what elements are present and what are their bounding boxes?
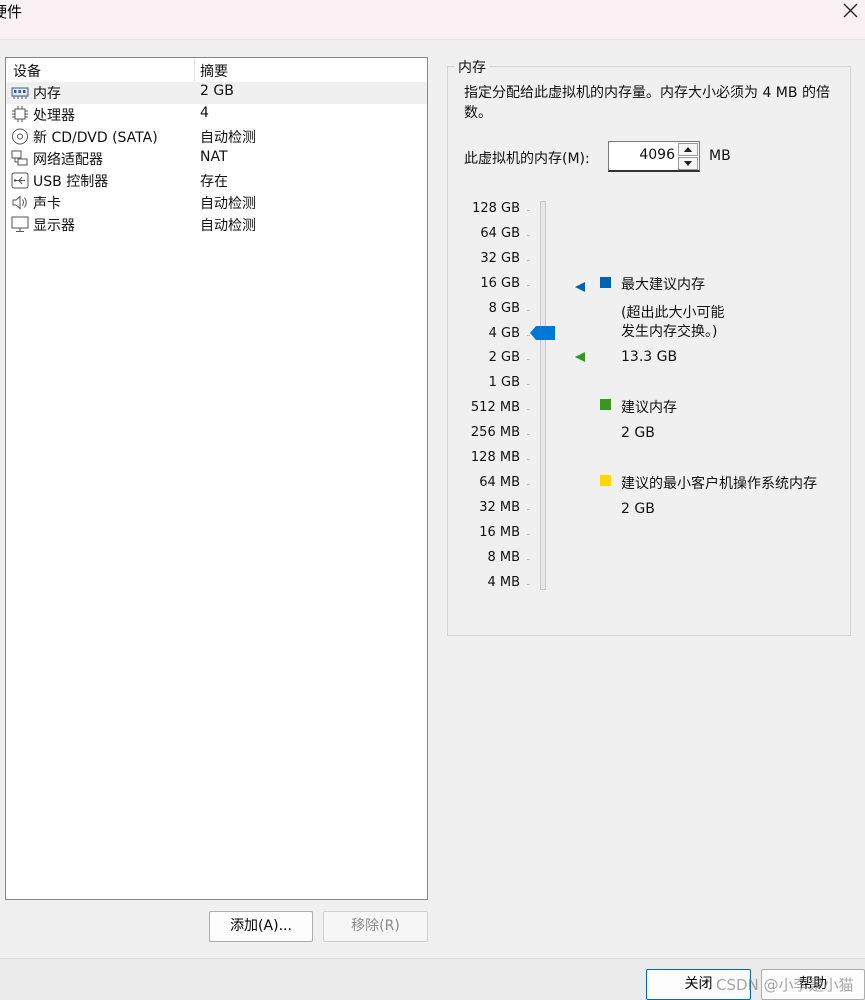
device-row-cd-dvd[interactable]: 新 CD/DVD (SATA) 自动检测 <box>6 126 427 148</box>
device-row-usb[interactable]: USB 控制器 存在 <box>6 170 427 192</box>
slider-tick <box>527 434 530 435</box>
slider-tick <box>527 509 530 510</box>
spin-down-button[interactable] <box>678 157 698 170</box>
device-row-network-adapter[interactable]: 网络适配器 NAT <box>6 148 427 170</box>
slider-label: 128 MB <box>470 450 520 465</box>
slider-label: 2 GB <box>488 350 520 365</box>
slider-tick <box>527 584 530 585</box>
slider-label: 64 GB <box>480 226 520 241</box>
network-adapter-icon <box>11 150 28 166</box>
slider-label: 32 GB <box>480 251 520 266</box>
min-guest-legend-icon <box>600 475 611 486</box>
min-guest-label: 建议的最小客户机操作系统内存 <box>621 476 817 492</box>
slider-label: 512 MB <box>470 400 520 415</box>
slider-label: 16 GB <box>480 276 520 291</box>
column-header-device[interactable]: 设备 <box>13 61 41 81</box>
recommended-legend-icon <box>600 399 611 410</box>
slider-tick <box>527 484 530 485</box>
slider-tick <box>527 359 530 360</box>
cd-dvd-icon <box>12 128 28 145</box>
device-summary: 2 GB <box>200 83 234 99</box>
device-name: USB 控制器 <box>33 174 109 190</box>
max-recommended-value: 13.3 GB <box>621 349 678 365</box>
device-row-memory[interactable]: 内存 2 GB <box>6 82 427 104</box>
slider-label: 4 MB <box>487 575 520 590</box>
slider-tick <box>527 235 530 236</box>
device-summary: 自动检测 <box>200 196 256 212</box>
memory-description: 指定分配给此虚拟机的内存量。内存大小必须为 4 MB 的倍数。 <box>464 85 830 121</box>
arrow-up-icon <box>684 147 692 152</box>
device-summary: 存在 <box>200 174 228 190</box>
min-guest-value: 2 GB <box>621 501 655 517</box>
recommended-marker-icon <box>575 352 585 362</box>
slider-tick <box>527 260 530 261</box>
memory-icon <box>11 87 29 99</box>
device-list[interactable]: 设备 摘要 内存 2 GB 处理器 4 新 CD/DVD (SATA) 自动检测 <box>5 57 428 900</box>
slider-label: 64 MB <box>479 475 520 490</box>
column-divider[interactable] <box>194 58 195 81</box>
slider-label: 8 MB <box>487 550 520 565</box>
device-summary: NAT <box>200 149 228 165</box>
spin-up-button[interactable] <box>678 143 698 156</box>
device-summary: 自动检测 <box>200 218 256 234</box>
slider-tick <box>527 459 530 460</box>
device-row-display[interactable]: 显示器 自动检测 <box>6 214 427 236</box>
memory-slider-track[interactable] <box>540 201 546 590</box>
slider-label: 256 MB <box>470 425 520 440</box>
device-summary: 4 <box>200 105 209 121</box>
device-row-sound-card[interactable]: 声卡 自动检测 <box>6 192 427 214</box>
slider-tick <box>527 285 530 286</box>
memory-value[interactable]: 4096 <box>639 147 675 163</box>
memory-slider-thumb[interactable] <box>530 326 556 340</box>
memory-group-title: 内存 <box>455 57 489 77</box>
slider-tick <box>527 210 530 211</box>
column-header-summary[interactable]: 摘要 <box>200 61 228 81</box>
title-bar: 硬件 <box>0 0 865 40</box>
device-row-processor[interactable]: 处理器 4 <box>6 104 427 126</box>
memory-field-label: 此虚拟机的内存(M): <box>464 151 590 167</box>
device-name: 内存 <box>33 86 61 102</box>
max-recommended-marker-icon <box>575 282 585 292</box>
add-button[interactable]: 添加(A)... <box>209 911 313 942</box>
remove-button[interactable]: 移除(R) <box>323 911 428 942</box>
memory-unit: MB <box>709 148 731 164</box>
slider-tick <box>527 409 530 410</box>
device-list-header: 设备 摘要 <box>6 58 427 81</box>
device-name: 网络适配器 <box>33 152 103 168</box>
memory-spinbox[interactable]: 4096 <box>608 141 700 172</box>
usb-icon <box>11 172 29 189</box>
slider-tick <box>527 310 530 311</box>
window-title: 硬件 <box>0 3 23 21</box>
recommended-label: 建议内存 <box>621 400 677 416</box>
max-recommended-note-2: 发生内存交换。) <box>621 324 718 340</box>
cpu-icon <box>12 106 28 122</box>
max-recommended-note-1: (超出此大小可能 <box>621 305 725 321</box>
close-icon[interactable] <box>839 0 861 22</box>
slider-label: 16 MB <box>479 525 520 540</box>
device-name: 显示器 <box>33 218 75 234</box>
arrow-down-icon <box>684 161 692 166</box>
watermark: CSDN @小李是小猫 <box>716 976 854 994</box>
device-name: 处理器 <box>33 108 75 124</box>
spin-buttons <box>678 143 698 170</box>
slider-label: 4 GB <box>488 326 520 341</box>
slider-label: 8 GB <box>488 301 520 316</box>
slider-label: 32 MB <box>479 500 520 515</box>
device-name: 声卡 <box>33 196 61 212</box>
monitor-icon <box>11 216 29 232</box>
slider-tick <box>527 534 530 535</box>
device-summary: 自动检测 <box>200 130 256 146</box>
slider-label: 1 GB <box>488 375 520 390</box>
recommended-value: 2 GB <box>621 425 655 441</box>
max-recommended-label: 最大建议内存 <box>621 277 705 293</box>
speaker-icon <box>12 195 27 210</box>
device-name: 新 CD/DVD (SATA) <box>33 130 158 146</box>
max-recommended-legend-icon <box>600 277 611 288</box>
slider-label: 128 GB <box>472 201 520 216</box>
slider-tick <box>527 384 530 385</box>
slider-tick <box>527 559 530 560</box>
